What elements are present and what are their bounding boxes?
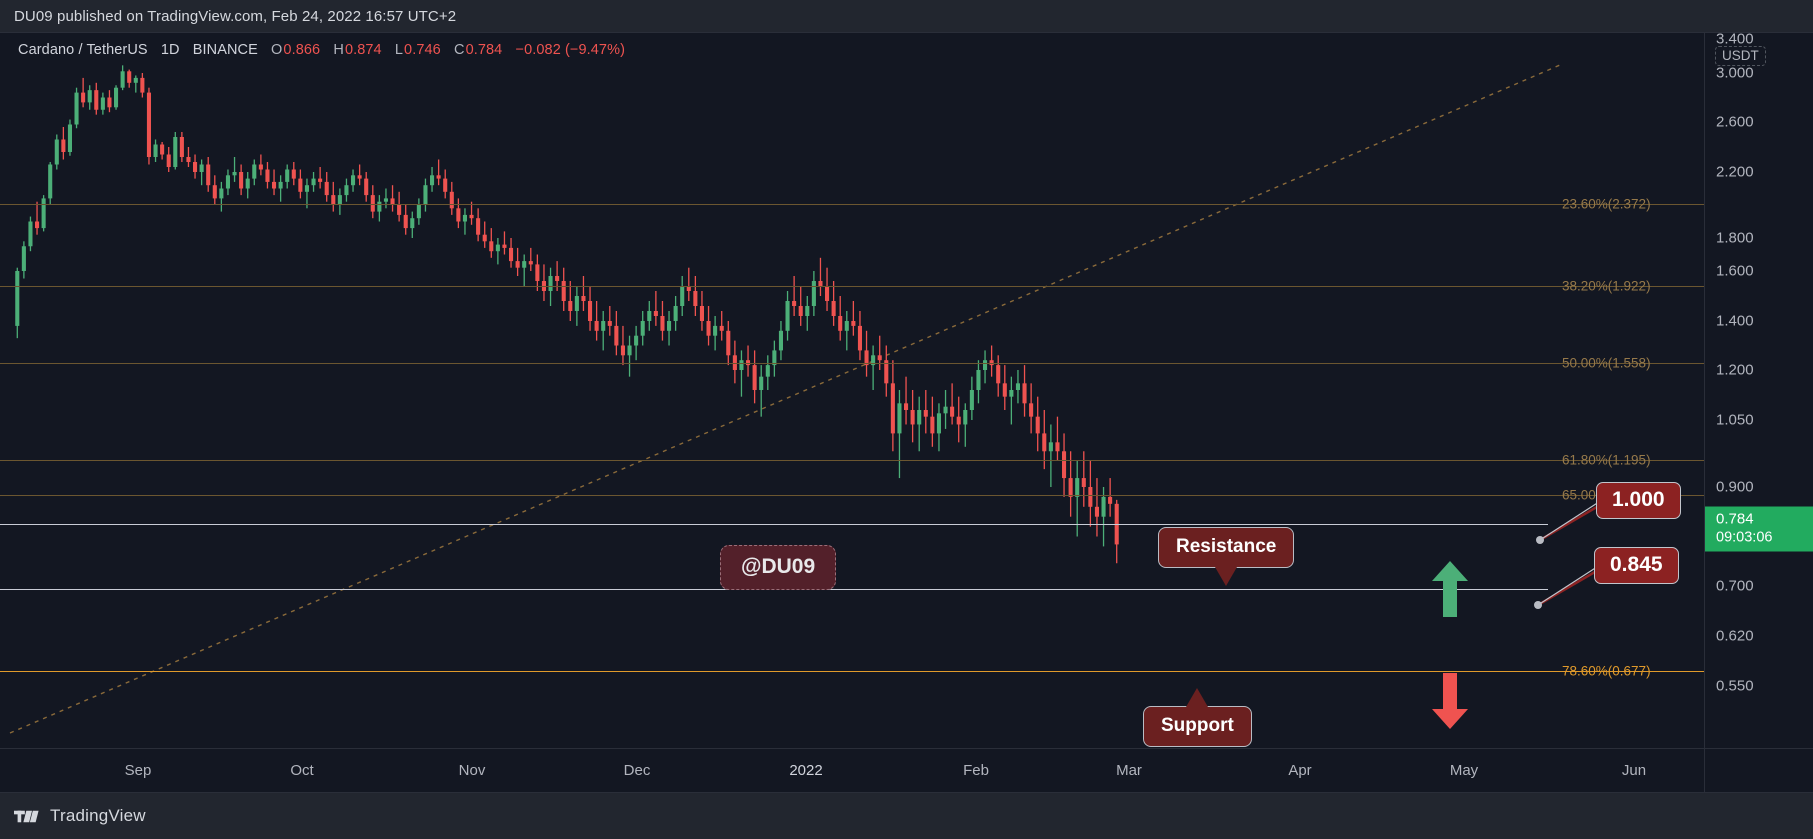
legend-low-label: L [395,42,403,58]
watermark-handle: @DU09 [720,545,836,590]
time-tick: Feb [963,762,989,779]
fib-level-line [0,204,1704,205]
legend-close-label: C [454,42,465,58]
legend-high-value: 0.874 [345,42,382,58]
publish-text: DU09 published on TradingView.com, Feb 2… [14,8,456,25]
legend-low-value: 0.746 [404,42,441,58]
price-tick: 2.600 [1716,114,1754,131]
tradingview-chart-screenshot: DU09 published on TradingView.com, Feb 2… [0,0,1813,839]
price-tick: 0.700 [1716,578,1754,595]
footer-bar: TradingView [0,792,1813,839]
time-tick: Mar [1116,762,1142,779]
fib-level-label: 38.20%(1.922) [1562,279,1651,294]
tradingview-brand-label: TradingView [50,806,146,826]
currency-badge: USDT [1715,46,1766,66]
legend-close-value: 0.784 [466,42,503,58]
time-scale[interactable]: Sep Oct Nov Dec 2022 Feb Mar Apr May Jun [0,748,1813,792]
legend-open-label: O [271,42,282,58]
resistance-label-text: Resistance [1176,536,1276,557]
callout-pointer [1215,567,1237,586]
fib-level-label: 23.60%(2.372) [1562,197,1651,212]
legend-high-label: H [333,42,344,58]
time-tick: Dec [624,762,651,779]
price-scale[interactable]: USDT 3.400 3.000 2.600 2.200 1.800 1.600 1.400… [1704,33,1813,748]
price-tag-resistance: 1.000 [1596,482,1681,519]
current-price-value: 0.784 [1716,511,1813,529]
fib-level-line [0,671,1704,672]
callout-pointer [1186,688,1208,707]
bearish-arrow [1432,673,1468,729]
resistance-label: Resistance [1158,527,1294,568]
time-tick: Apr [1288,762,1311,779]
time-tick: Jun [1622,762,1646,779]
price-tick: 1.600 [1716,263,1754,280]
fib-level-line [0,460,1704,461]
fib-level-label: 50.00%(1.558) [1562,356,1651,371]
price-tick: 3.000 [1716,65,1754,82]
fib-level-label: 61.80%(1.195) [1562,453,1651,468]
time-tick: 2022 [789,762,822,779]
time-tick: Sep [125,762,152,779]
fib-level-line [0,495,1704,496]
price-tick: 0.550 [1716,678,1754,695]
tradingview-logo-icon [14,808,40,825]
time-scale-separator [1704,749,1705,793]
bullish-arrow [1432,561,1468,617]
price-tick: 3.400 [1716,31,1754,48]
price-tick: 1.050 [1716,412,1754,429]
legend-open-value: 0.866 [283,42,320,58]
candlestick-series [0,33,1704,748]
current-price-countdown: 09:03:06 [1716,529,1813,547]
fib-level-line [0,363,1704,364]
support-label: Support [1143,706,1252,747]
price-tag-support: 0.845 [1594,547,1679,584]
legend-exchange: BINANCE [193,42,258,58]
publish-bar: DU09 published on TradingView.com, Feb 2… [0,0,1813,33]
resistance-line [0,524,1548,525]
price-tick: 2.200 [1716,164,1754,181]
fib-level-line [0,286,1704,287]
price-tick: 0.900 [1716,479,1754,496]
price-tick: 1.800 [1716,230,1754,247]
current-price-badge: 0.784 09:03:06 [1705,507,1813,552]
support-label-text: Support [1161,715,1234,736]
chart-plot-area[interactable]: 23.60%(2.372) 38.20%(1.922) 50.00%(1.558) 6… [0,33,1704,748]
legend-symbol[interactable]: Cardano / TetherUS [18,42,148,58]
fib-level-label: 78.60%(0.677) [1562,664,1651,679]
time-tick: May [1450,762,1478,779]
legend-change: −0.082 (−9.47%) [516,42,626,58]
chart-legend: Cardano / TetherUS 1D BINANCE O0.866 H0.… [18,42,626,58]
price-tick: 0.620 [1716,628,1754,645]
price-tick: 1.200 [1716,362,1754,379]
time-tick: Nov [459,762,486,779]
legend-interval[interactable]: 1D [161,42,180,58]
price-tick: 1.400 [1716,313,1754,330]
time-tick: Oct [290,762,313,779]
